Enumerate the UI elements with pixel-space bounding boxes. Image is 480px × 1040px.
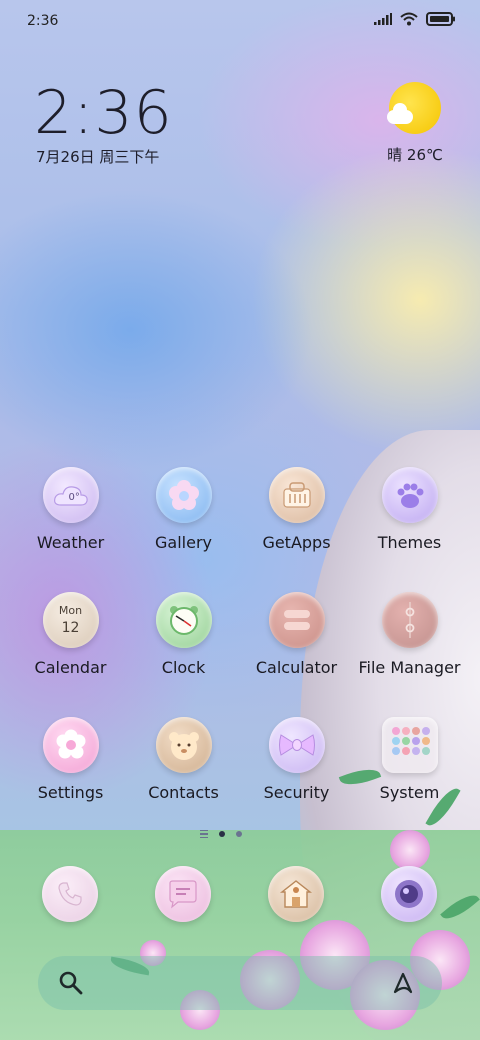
app-label: Weather [36, 533, 105, 552]
calculator-icon [268, 592, 325, 648]
assistant-icon[interactable] [392, 970, 418, 996]
app-label: GetApps [262, 533, 331, 552]
bow-icon [268, 717, 325, 773]
status-icons [374, 12, 456, 26]
app-label: Themes [377, 533, 442, 552]
message-icon[interactable] [155, 866, 211, 922]
alarm-clock-icon [155, 592, 212, 648]
app-gallery[interactable]: Gallery [127, 467, 240, 552]
app-calendar[interactable]: Mon 12 Calendar [14, 592, 127, 677]
sun-cloud-icon [387, 82, 441, 134]
app-contacts[interactable]: Contacts [127, 717, 240, 802]
camera-icon[interactable] [381, 866, 437, 922]
page-dot-active[interactable] [219, 831, 225, 837]
phone-icon[interactable] [42, 866, 98, 922]
flower-icon [155, 467, 212, 523]
bear-icon [155, 717, 212, 773]
calendar-icon: Mon 12 [42, 592, 99, 648]
status-time: 2:36 [27, 13, 59, 29]
folder-icon [381, 592, 438, 648]
search-bar[interactable] [38, 956, 442, 1010]
app-clock[interactable]: Clock [127, 592, 240, 677]
app-calculator[interactable]: Calculator [240, 592, 353, 677]
app-folder-icon [381, 717, 438, 773]
app-label: Security [263, 783, 330, 802]
wallpaper-flower [390, 830, 430, 870]
search-icon[interactable] [58, 970, 84, 996]
page-indicator[interactable] [200, 830, 242, 838]
app-system-folder[interactable]: System [353, 717, 466, 802]
app-label: Calculator [255, 658, 338, 677]
weather-widget[interactable]: 晴 26℃ [380, 82, 450, 165]
app-settings[interactable]: Settings [14, 717, 127, 802]
app-label: Clock [161, 658, 206, 677]
app-getapps[interactable]: GetApps [240, 467, 353, 552]
calendar-date: 12 [61, 620, 80, 636]
signal-icon [374, 13, 392, 25]
app-list-icon[interactable] [200, 830, 208, 838]
store-icon [268, 467, 325, 523]
app-security[interactable]: Security [240, 717, 353, 802]
app-label: Settings [37, 783, 104, 802]
status-bar: 2:36 [0, 0, 480, 40]
app-file-manager[interactable]: File Manager [353, 592, 466, 677]
clock-widget-date: 7月26日 周三下午 [36, 148, 160, 166]
house-icon[interactable] [268, 866, 324, 922]
calendar-day: Mon [58, 604, 83, 617]
clock-widget-time[interactable]: 2:36 [34, 78, 173, 148]
weather-icon-temp: 0° [68, 492, 80, 503]
app-label: System [379, 783, 440, 802]
app-label: Contacts [148, 783, 219, 802]
app-themes[interactable]: Themes [353, 467, 466, 552]
app-label: Calendar [34, 658, 107, 677]
app-label: File Manager [358, 658, 461, 677]
app-label: Gallery [155, 533, 212, 552]
weather-widget-text: 晴 26℃ [387, 146, 443, 164]
battery-icon [426, 12, 455, 26]
gear-flower-icon [42, 717, 99, 773]
paw-icon [381, 467, 438, 523]
wifi-icon [400, 12, 418, 26]
page-dot[interactable] [236, 831, 242, 837]
weather-icon: 0° [42, 467, 99, 523]
app-weather[interactable]: 0° Weather [14, 467, 127, 552]
